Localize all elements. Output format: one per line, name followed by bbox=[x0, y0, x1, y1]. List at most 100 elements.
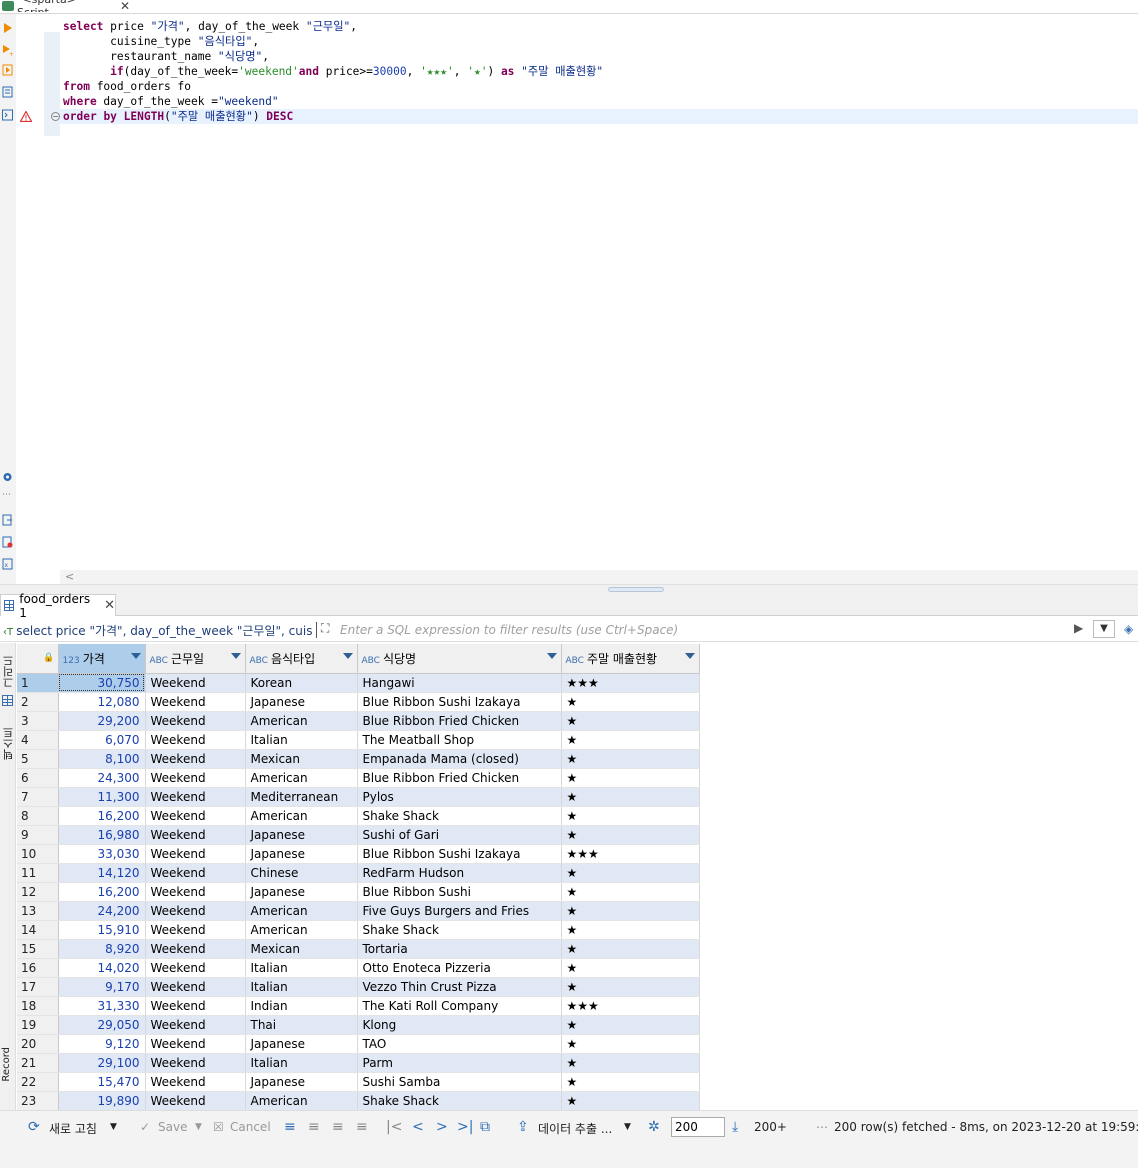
day-cell[interactable]: Weekend bbox=[145, 901, 246, 921]
price-cell[interactable]: 31,330 bbox=[58, 996, 146, 1016]
table-row[interactable]: 22 15,470 Weekend Japanese Sushi Samba ★ bbox=[17, 1072, 1138, 1092]
weekend-status-cell[interactable]: ★ bbox=[561, 863, 700, 883]
table-row[interactable]: 12 16,200 Weekend Japanese Blue Ribbon Sushi… bbox=[17, 882, 1138, 902]
price-cell[interactable]: 29,200 bbox=[58, 711, 146, 731]
weekend-status-cell[interactable]: ★ bbox=[561, 768, 700, 788]
table-row[interactable]: 1 30,750 Weekend Korean Hangawi ★★★ bbox=[17, 673, 1138, 693]
chevron-down-icon[interactable] bbox=[342, 653, 353, 659]
weekend-status-cell[interactable]: ★ bbox=[561, 920, 700, 940]
cuisine-cell[interactable]: Mexican bbox=[245, 939, 358, 959]
table-row[interactable]: 18 31,330 Weekend Indian The Kati Roll Compa… bbox=[17, 996, 1138, 1016]
day-cell[interactable]: Weekend bbox=[145, 1072, 246, 1092]
table-row[interactable]: 2 12,080 Weekend Japanese Blue Ribbon Sushi … bbox=[17, 692, 1138, 712]
expand-filter-icon[interactable]: ⛶ bbox=[321, 621, 336, 636]
table-row[interactable]: 7 11,300 Weekend Mediterranean Pylos ★ bbox=[17, 787, 1138, 807]
chevron-down-icon[interactable] bbox=[546, 653, 557, 659]
results-grid[interactable]: 🔒 123 가격 ABC 근무일 ABC 음식타입 ABC 식당명 ABC 주말 매출현황… bbox=[17, 644, 1138, 1110]
weekend-status-cell[interactable]: ★ bbox=[561, 711, 700, 731]
save-icon[interactable]: ✓ bbox=[140, 1120, 150, 1134]
weekend-status-cell[interactable]: ★ bbox=[561, 1053, 700, 1073]
day-cell[interactable]: Weekend bbox=[145, 844, 246, 864]
price-cell[interactable]: 9,120 bbox=[58, 1034, 146, 1054]
panel-splitter[interactable] bbox=[0, 584, 1138, 594]
weekend-status-cell[interactable]: ★ bbox=[561, 977, 700, 997]
cuisine-cell[interactable]: Japanese bbox=[245, 882, 358, 902]
restaurant-cell[interactable]: Blue Ribbon Sushi Izakaya bbox=[357, 844, 562, 864]
cuisine-cell[interactable]: Mediterranean bbox=[245, 787, 358, 807]
refresh-button[interactable]: 새로 고침 bbox=[49, 1120, 97, 1137]
cuisine-cell[interactable]: American bbox=[245, 806, 358, 826]
cuisine-cell[interactable]: Italian bbox=[245, 958, 358, 978]
settings-gear-icon[interactable] bbox=[2, 471, 13, 483]
cancel-icon[interactable]: ☒ bbox=[213, 1120, 224, 1134]
day-cell[interactable]: Weekend bbox=[145, 920, 246, 940]
weekend-status-cell[interactable]: ★★★ bbox=[561, 844, 700, 864]
restaurant-cell[interactable]: Pylos bbox=[357, 787, 562, 807]
column-header-cuisine[interactable]: ABC 음식타입 bbox=[245, 644, 358, 674]
weekend-status-cell[interactable]: ★★★ bbox=[561, 996, 700, 1016]
execute-script-icon[interactable] bbox=[2, 64, 13, 76]
restaurant-cell[interactable]: Blue Ribbon Sushi bbox=[357, 882, 562, 902]
table-row[interactable]: 21 29,100 Weekend Italian Parm ★ bbox=[17, 1053, 1138, 1073]
price-cell[interactable]: 14,020 bbox=[58, 958, 146, 978]
close-results-tab-icon[interactable]: ✕ bbox=[104, 598, 115, 613]
error-log-icon[interactable] bbox=[2, 536, 13, 548]
price-cell[interactable]: 19,890 bbox=[58, 1091, 146, 1110]
copy-row-icon[interactable]: ≡ bbox=[332, 1119, 344, 1135]
table-row[interactable]: 17 9,170 Weekend Italian Vezzo Thin Crust Pi… bbox=[17, 977, 1138, 997]
close-icon[interactable]: ✕ bbox=[120, 0, 130, 12]
restaurant-cell[interactable]: Blue Ribbon Sushi Izakaya bbox=[357, 692, 562, 712]
cuisine-cell[interactable]: Italian bbox=[245, 1053, 358, 1073]
table-row[interactable]: 9 16,980 Weekend Japanese Sushi of Gari ★ bbox=[17, 825, 1138, 845]
restaurant-cell[interactable]: RedFarm Hudson bbox=[357, 863, 562, 883]
price-cell[interactable]: 6,070 bbox=[58, 730, 146, 750]
export-data-icon[interactable]: ⇪ bbox=[517, 1119, 529, 1135]
execute-in-new-tab-icon[interactable]: + bbox=[2, 44, 13, 56]
restaurant-cell[interactable]: Tortaria bbox=[357, 939, 562, 959]
weekend-status-cell[interactable]: ★ bbox=[561, 1034, 700, 1054]
refresh-icon[interactable]: ⟳ bbox=[28, 1119, 40, 1135]
price-cell[interactable]: 8,100 bbox=[58, 749, 146, 769]
cuisine-cell[interactable]: American bbox=[245, 711, 358, 731]
grid-view-tab[interactable]: 그리드 bbox=[1, 655, 17, 688]
editor-horizontal-scrollbar[interactable]: < bbox=[60, 570, 1138, 584]
price-cell[interactable]: 9,170 bbox=[58, 977, 146, 997]
last-page-icon[interactable]: >| bbox=[457, 1119, 473, 1135]
price-cell[interactable]: 29,050 bbox=[58, 1015, 146, 1035]
filter-input[interactable] bbox=[340, 621, 1070, 639]
table-row[interactable]: 10 33,030 Weekend Japanese Blue Ribbon Sushi… bbox=[17, 844, 1138, 864]
splitter-grip[interactable] bbox=[608, 587, 664, 592]
price-cell[interactable]: 11,300 bbox=[58, 787, 146, 807]
grid-view-icon[interactable] bbox=[2, 695, 13, 706]
sql-editor[interactable]: select price "가격", day_of_the_week "근무일"… bbox=[60, 14, 1138, 570]
price-cell[interactable]: 16,980 bbox=[58, 825, 146, 845]
column-header-price[interactable]: 123 가격 bbox=[58, 644, 146, 674]
weekend-status-cell[interactable]: ★ bbox=[561, 692, 700, 712]
restaurant-cell[interactable]: Shake Shack bbox=[357, 1091, 562, 1110]
day-cell[interactable]: Weekend bbox=[145, 863, 246, 883]
day-cell[interactable]: Weekend bbox=[145, 673, 246, 693]
text-view-tab[interactable]: 텍스트 bbox=[1, 727, 17, 760]
day-cell[interactable]: Weekend bbox=[145, 882, 246, 902]
restaurant-cell[interactable]: Sushi Samba bbox=[357, 1072, 562, 1092]
more-options-icon[interactable]: ⋯ bbox=[816, 1120, 828, 1134]
restaurant-cell[interactable]: Five Guys Burgers and Fries bbox=[357, 901, 562, 921]
weekend-status-cell[interactable]: ★ bbox=[561, 749, 700, 769]
cuisine-cell[interactable]: American bbox=[245, 920, 358, 940]
cuisine-cell[interactable]: Korean bbox=[245, 673, 358, 693]
editor-tab[interactable]: *<sparta> Script ✕ bbox=[0, 0, 130, 12]
cuisine-cell[interactable]: American bbox=[245, 768, 358, 788]
price-cell[interactable]: 14,120 bbox=[58, 863, 146, 883]
day-cell[interactable]: Weekend bbox=[145, 996, 246, 1016]
restaurant-cell[interactable]: Otto Enoteca Pizzeria bbox=[357, 958, 562, 978]
refresh-dropdown-icon[interactable]: ▼ bbox=[110, 1122, 117, 1132]
day-cell[interactable]: Weekend bbox=[145, 768, 246, 788]
results-tab[interactable]: food_orders 1 ✕ bbox=[0, 592, 116, 620]
weekend-status-cell[interactable]: ★ bbox=[561, 939, 700, 959]
apply-filter-icon[interactable]: ▶ bbox=[1074, 621, 1083, 635]
fold-icon[interactable]: − bbox=[51, 112, 60, 121]
price-cell[interactable]: 8,920 bbox=[58, 939, 146, 959]
cuisine-cell[interactable]: Indian bbox=[245, 996, 358, 1016]
table-row[interactable]: 14 15,910 Weekend American Shake Shack ★ bbox=[17, 920, 1138, 940]
price-cell[interactable]: 30,750 bbox=[58, 673, 146, 693]
